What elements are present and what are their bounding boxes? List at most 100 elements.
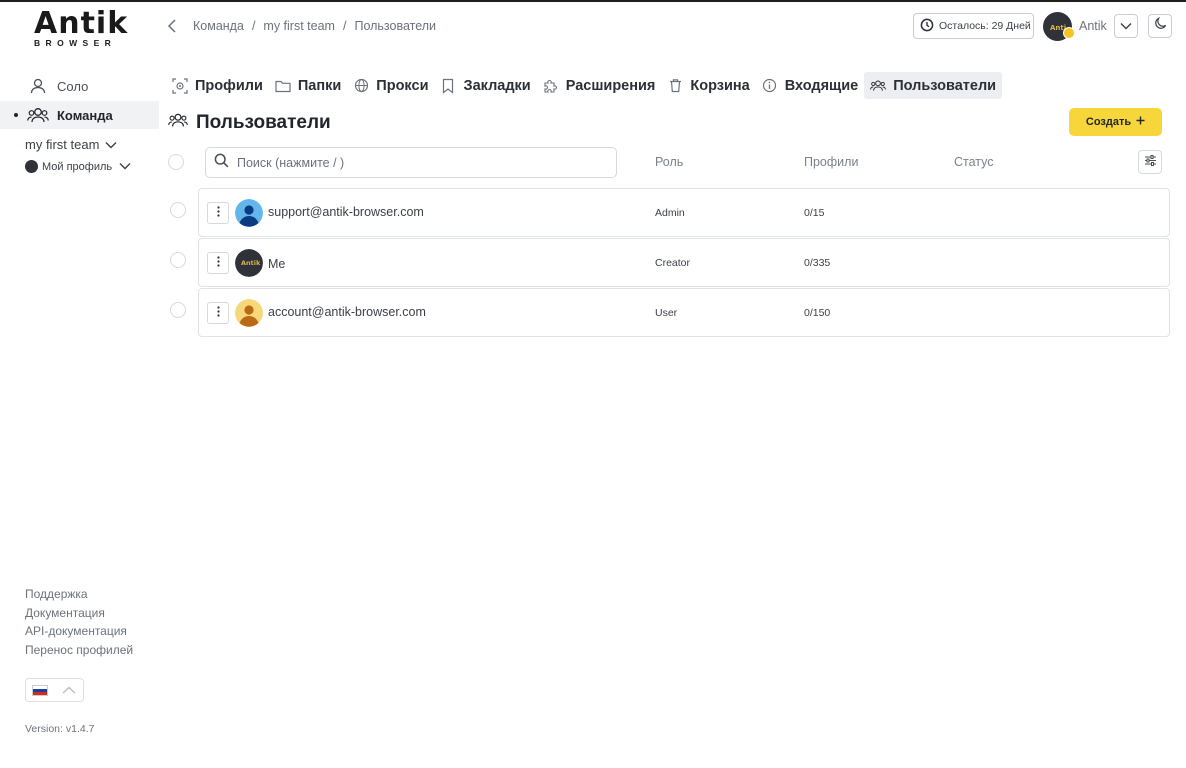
user-menu-button[interactable]	[1114, 14, 1138, 38]
yellow-person-avatar	[235, 299, 263, 327]
api-docs-link[interactable]: API-документация	[25, 622, 133, 641]
svg-text:Antik: Antik	[241, 259, 261, 267]
trash-icon	[667, 78, 683, 94]
column-header-role[interactable]: Роль	[655, 155, 683, 169]
sidebar-item-team[interactable]: Команда	[0, 101, 159, 129]
tab-label: Закладки	[463, 77, 531, 94]
page-title-text: Пользователи	[196, 112, 331, 133]
more-vertical-icon	[216, 204, 220, 222]
tab-users[interactable]: Пользователи	[864, 72, 1003, 99]
profile-select[interactable]: Мой профиль	[25, 160, 131, 173]
page-title: Пользователи	[168, 112, 331, 134]
remaining-text: Осталось: 29 Дней	[939, 20, 1031, 32]
tab-inbox[interactable]: Входящие	[756, 72, 865, 99]
plus-icon	[1136, 116, 1145, 128]
blue-person-avatar	[235, 199, 263, 227]
search-input[interactable]	[237, 155, 597, 170]
footer-links: Поддержка Документация API-документация …	[25, 585, 133, 659]
row-menu-button[interactable]	[207, 252, 229, 274]
tab-folders[interactable]: Папки	[269, 72, 347, 99]
chevron-down-icon	[119, 161, 131, 173]
team-icon	[27, 104, 49, 126]
folder-icon	[275, 78, 291, 94]
profile-select-value: Мой профиль	[42, 160, 113, 173]
tab-label: Корзина	[690, 77, 750, 94]
row-menu-button[interactable]	[207, 302, 229, 324]
window-top-border	[0, 0, 1186, 2]
theme-toggle-button[interactable]	[1148, 14, 1172, 38]
puzzle-icon	[543, 78, 559, 94]
user-role: Admin	[655, 207, 685, 219]
row-menu-button[interactable]	[207, 202, 229, 224]
row-checkbox[interactable]	[170, 202, 186, 218]
tab-label: Прокси	[376, 77, 429, 94]
active-indicator	[14, 113, 18, 117]
user-icon	[27, 75, 49, 97]
sidebar-item-label: Команда	[57, 107, 113, 123]
docs-link[interactable]: Документация	[25, 604, 133, 623]
table-row[interactable]: Antik Me Creator 0/335	[198, 238, 1170, 287]
table-row[interactable]: support@antik-browser.com Admin 0/15	[198, 188, 1170, 237]
chevron-down-icon	[1120, 17, 1132, 35]
logo-subtitle: BROWSER	[34, 38, 117, 48]
back-button[interactable]	[165, 17, 181, 35]
language-select[interactable]	[25, 678, 84, 702]
create-button[interactable]: Создать	[1069, 108, 1162, 136]
breadcrumb-separator: /	[342, 19, 347, 33]
premium-badge-icon	[1063, 27, 1075, 39]
moon-icon	[1154, 16, 1167, 35]
chevron-up-icon	[62, 681, 76, 699]
chevron-down-icon	[105, 137, 117, 152]
user-name: Antik	[1079, 19, 1107, 33]
team-select-value: my first team	[25, 137, 100, 152]
subscription-remaining-badge[interactable]: Осталось: 29 Дней	[913, 13, 1034, 39]
support-link[interactable]: Поддержка	[25, 585, 133, 604]
tab-proxy[interactable]: Прокси	[347, 72, 434, 99]
breadcrumb-separator: /	[251, 19, 256, 33]
antik-logo[interactable]: Antik BROWSER	[30, 8, 130, 50]
fingerprint-icon	[172, 77, 188, 94]
user-email: account@antik-browser.com	[268, 305, 426, 319]
users-icon	[168, 112, 188, 134]
user-email: Me	[268, 257, 286, 271]
breadcrumb-my-first-team[interactable]: my first team	[263, 19, 335, 33]
tab-label: Профили	[195, 77, 263, 94]
tab-trash[interactable]: Корзина	[661, 72, 755, 99]
version-label: Version: v1.4.7	[25, 723, 95, 735]
main-tabs: Профили Папки Прокси Закладки Расширения…	[166, 72, 1003, 99]
more-vertical-icon	[216, 254, 220, 272]
column-header-profiles[interactable]: Профили	[804, 155, 858, 169]
table-row[interactable]: account@antik-browser.com User 0/150	[198, 288, 1170, 337]
tab-bookmarks[interactable]: Закладки	[434, 72, 536, 99]
column-header-status[interactable]: Статус	[954, 155, 994, 169]
tab-label: Папки	[297, 77, 342, 94]
row-checkbox[interactable]	[170, 302, 186, 318]
user-profiles-count: 0/150	[804, 307, 831, 319]
breadcrumb-users[interactable]: Пользователи	[354, 19, 436, 33]
user-email: support@antik-browser.com	[268, 205, 424, 219]
more-vertical-icon	[216, 304, 220, 322]
column-settings-button[interactable]	[1138, 150, 1162, 174]
antik-logo-avatar: Antik	[235, 249, 263, 277]
breadcrumb: Команда / my first team / Пользователи	[193, 19, 436, 33]
create-button-label: Создать	[1085, 116, 1132, 128]
tab-profiles[interactable]: Профили	[166, 72, 269, 99]
user-role: User	[655, 307, 678, 319]
select-all-checkbox[interactable]	[168, 154, 184, 170]
logo-word: Antik	[34, 6, 129, 41]
tab-label: Расширения	[565, 77, 656, 94]
users-icon	[870, 78, 887, 94]
tab-label: Пользователи	[893, 77, 997, 94]
profile-transfer-link[interactable]: Перенос профилей	[25, 641, 133, 660]
tab-extensions[interactable]: Расширения	[537, 72, 662, 99]
breadcrumb-team[interactable]: Команда	[193, 19, 244, 33]
user-profiles-count: 0/15	[804, 207, 825, 219]
info-icon	[762, 78, 778, 94]
search-field[interactable]	[205, 147, 617, 178]
avatar	[25, 160, 38, 173]
sidebar-item-label: Соло	[57, 78, 89, 94]
row-checkbox[interactable]	[170, 252, 186, 268]
team-select[interactable]: my first team	[25, 137, 117, 152]
sidebar-item-solo[interactable]: Соло	[0, 72, 159, 100]
russia-flag-icon	[32, 684, 48, 696]
